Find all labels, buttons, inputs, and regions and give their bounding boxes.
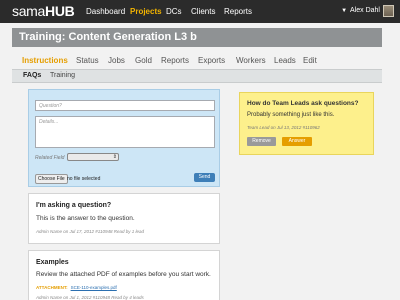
remove-button[interactable]: Remove [247, 137, 276, 146]
nav-dcs[interactable]: DCs [166, 7, 182, 16]
nav-projects[interactable]: Projects [130, 7, 162, 16]
faq-meta: Admin Name on Jul 1, 2012 #110948 Read b… [36, 295, 144, 300]
app-logo[interactable]: samaHUB [12, 3, 75, 19]
choose-file-button[interactable]: Choose File [35, 174, 68, 184]
lead-question-meta: Team Lead on Jul 13, 2012 #110962 [247, 125, 320, 130]
nav-reports[interactable]: Reports [224, 7, 252, 16]
details-textarea[interactable]: Details... [35, 116, 215, 148]
subtab-training[interactable]: Training [50, 72, 75, 79]
user-name: Alex Dahl [350, 7, 380, 14]
updown-arrows-icon: ⇕ [112, 154, 117, 160]
tab-reports[interactable]: Reports [161, 56, 189, 65]
caret-down-icon: ▼ [341, 8, 348, 14]
logo-text-bold: HUB [45, 3, 75, 19]
tab-gold[interactable]: Gold [135, 56, 152, 65]
user-menu[interactable]: ▼ Alex Dahl [341, 7, 380, 14]
faq-question: I'm asking a question? [36, 202, 112, 209]
file-status-text: no file selected [67, 176, 101, 182]
faq-question: Examples [36, 259, 69, 266]
attachment-label: ATTACHMENT: [36, 285, 68, 290]
page-title-bar: Training: Content Generation L3 b [12, 28, 382, 47]
page-title: Training: Content Generation L3 b [19, 31, 197, 43]
tab-exports[interactable]: Exports [198, 56, 225, 65]
faq-card: Examples Review the attached PDF of exam… [28, 250, 220, 300]
tab-workers[interactable]: Workers [236, 56, 266, 65]
answer-button[interactable]: Answer [282, 137, 312, 146]
faq-meta: Admin Name on Jul 17, 2012 #110948 Read … [36, 229, 144, 234]
faq-attachment: ATTACHMENT: SCE-110-examples.pdf [36, 285, 117, 290]
tab-status[interactable]: Status [76, 56, 99, 65]
nav-dashboard[interactable]: Dashboard [86, 7, 125, 16]
logo-text-light: sama [12, 3, 46, 19]
faq-answer: Review the attached PDF of examples befo… [36, 271, 211, 278]
ask-question-form: Question? Details... Related Field ⇕ Cho… [28, 89, 220, 187]
lead-question-text: Probably something just like this. [247, 112, 335, 118]
lead-question-card: How do Team Leads ask questions? Probabl… [239, 92, 374, 155]
avatar[interactable] [383, 5, 394, 17]
subtab-faqs[interactable]: FAQs [23, 72, 41, 79]
related-field-select[interactable]: ⇕ [67, 153, 119, 161]
related-field-label: Related Field [35, 155, 65, 161]
top-navbar: samaHUB Dashboard Projects DCs Clients R… [0, 0, 400, 23]
tab-edit[interactable]: Edit [303, 56, 317, 65]
tab-leads[interactable]: Leads [274, 56, 296, 65]
faq-answer: This is the answer to the question. [36, 215, 135, 222]
tab-instructions[interactable]: Instructions [22, 56, 68, 65]
tab-jobs[interactable]: Jobs [108, 56, 125, 65]
nav-clients[interactable]: Clients [191, 7, 215, 16]
attachment-link[interactable]: SCE-110-examples.pdf [71, 285, 117, 290]
question-input[interactable]: Question? [35, 100, 215, 111]
lead-question-title: How do Team Leads ask questions? [247, 100, 359, 107]
send-button[interactable]: Send [194, 173, 215, 182]
sub-tabs: FAQs Training [12, 69, 382, 83]
faq-card: I'm asking a question? This is the answe… [28, 193, 220, 244]
